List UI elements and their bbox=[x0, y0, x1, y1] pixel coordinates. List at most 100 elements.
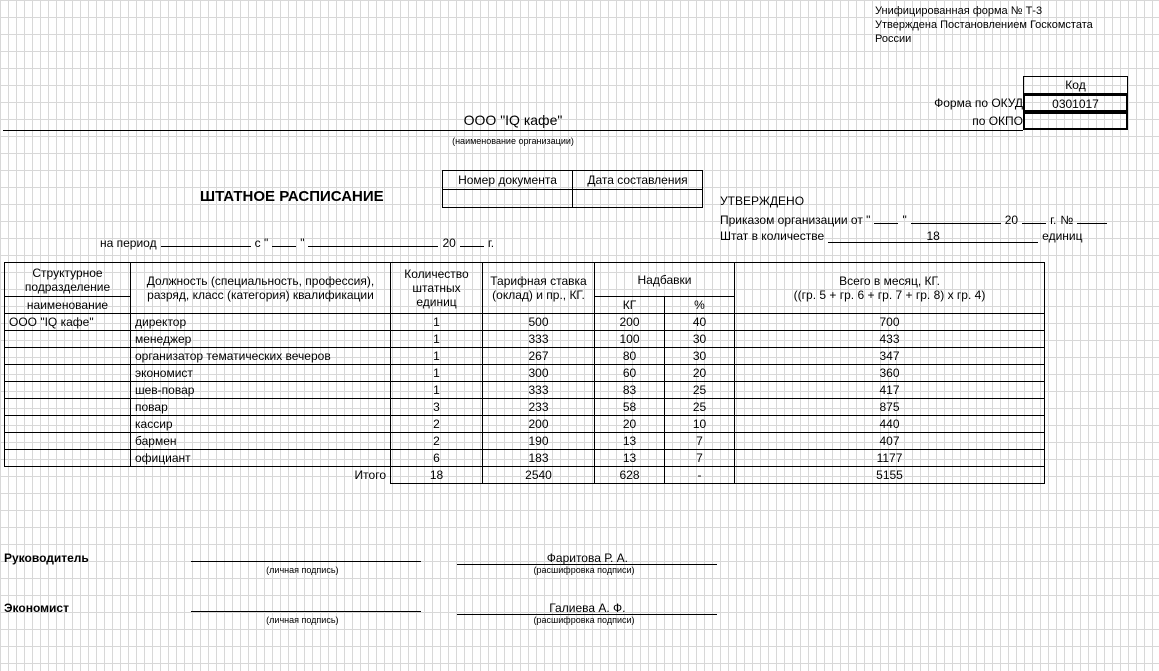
cell-kg: 13 bbox=[595, 450, 665, 467]
cell-job: экономист bbox=[131, 365, 391, 382]
cell-pct: 25 bbox=[665, 399, 735, 416]
cell-kg: 58 bbox=[595, 399, 665, 416]
cell-pct: 30 bbox=[665, 331, 735, 348]
order-num bbox=[1077, 210, 1107, 224]
cell-job: организатор тематических вечеров bbox=[131, 348, 391, 365]
cell-total: 417 bbox=[735, 382, 1045, 399]
period-year-suffix: г. bbox=[488, 236, 494, 250]
sign-role-1: Руководитель bbox=[4, 551, 144, 565]
period-block: на период с " " 20 г. bbox=[100, 233, 494, 250]
cell-kg: 60 bbox=[595, 365, 665, 382]
table-row: экономист13006020360 bbox=[5, 365, 1045, 382]
docdate-header: Дата составления bbox=[573, 171, 703, 190]
cell-pct: 25 bbox=[665, 382, 735, 399]
cell-tariff: 500 bbox=[483, 314, 595, 331]
cell-pct: 10 bbox=[665, 416, 735, 433]
cell-tariff: 200 bbox=[483, 416, 595, 433]
code-header: Код bbox=[1023, 76, 1128, 94]
num-prefix: № bbox=[1060, 213, 1073, 227]
cell-units: 1 bbox=[391, 314, 483, 331]
cell-tariff: 333 bbox=[483, 331, 595, 348]
cell-units: 3 bbox=[391, 399, 483, 416]
sign-name-2: Галиева А. Ф. bbox=[457, 601, 717, 615]
form-note-line: России bbox=[875, 32, 1145, 46]
docnum-header: Номер документа bbox=[443, 171, 573, 190]
cell-kg: 83 bbox=[595, 382, 665, 399]
totals-tariff: 2540 bbox=[483, 467, 595, 484]
approve-block: УТВЕРЖДЕНО Приказом организации от " " 2… bbox=[720, 194, 1140, 243]
table-row-totals: Итого182540628-5155 bbox=[5, 467, 1045, 484]
cell-pct: 40 bbox=[665, 314, 735, 331]
cell-job: повар bbox=[131, 399, 391, 416]
cell-subd bbox=[5, 399, 131, 416]
cell-kg: 200 bbox=[595, 314, 665, 331]
totals-kg: 628 bbox=[595, 467, 665, 484]
period-label: на период bbox=[100, 236, 157, 250]
totals-units: 18 bbox=[391, 467, 483, 484]
sign-caption-sig-1: (личная подпись) bbox=[187, 565, 417, 575]
cell-total: 433 bbox=[735, 331, 1045, 348]
staff-value: 18 bbox=[828, 229, 1038, 243]
cell-kg: 100 bbox=[595, 331, 665, 348]
cell-subd bbox=[5, 348, 131, 365]
cell-tariff: 333 bbox=[483, 382, 595, 399]
totals-label: Итого bbox=[5, 467, 391, 484]
org-name: ООО "IQ кафе" bbox=[3, 112, 1023, 131]
table-row: кассир22002010440 bbox=[5, 416, 1045, 433]
staffing-table: Структурное подразделение Должность (спе… bbox=[4, 262, 1045, 484]
cell-pct: 30 bbox=[665, 348, 735, 365]
cell-total: 700 bbox=[735, 314, 1045, 331]
cell-job: кассир bbox=[131, 416, 391, 433]
cell-total: 347 bbox=[735, 348, 1045, 365]
table-row: менеджер133310030433 bbox=[5, 331, 1045, 348]
cell-total: 875 bbox=[735, 399, 1045, 416]
cell-job: менеджер bbox=[131, 331, 391, 348]
th-allow-kg: КГ bbox=[595, 297, 665, 314]
cell-job: директор bbox=[131, 314, 391, 331]
cell-pct: 7 bbox=[665, 450, 735, 467]
sign-line-1 bbox=[191, 548, 421, 562]
period-month bbox=[308, 233, 438, 247]
staff-unit: единиц bbox=[1042, 229, 1082, 243]
period-value bbox=[161, 233, 251, 247]
period-from: с " bbox=[255, 236, 269, 250]
cell-total: 1177 bbox=[735, 450, 1045, 467]
th-allow: Надбавки bbox=[595, 263, 735, 297]
cell-job: бармен bbox=[131, 433, 391, 450]
sign-row-1: Руководитель Фаритова Р. А. (личная подп… bbox=[4, 548, 717, 579]
table-row: официант61831371177 bbox=[5, 450, 1045, 467]
cell-subd: ООО "IQ кафе" bbox=[5, 314, 131, 331]
table-row: шев-повар13338325417 bbox=[5, 382, 1045, 399]
approve-title: УТВЕРЖДЕНО bbox=[720, 194, 1140, 208]
th-job: Должность (специальность, профессия), ра… bbox=[131, 263, 391, 314]
okud-value: 0301017 bbox=[1023, 94, 1128, 112]
cell-subd bbox=[5, 450, 131, 467]
cell-units: 2 bbox=[391, 416, 483, 433]
form-note-line: Утверждена Постановлением Госкомстата bbox=[875, 18, 1145, 32]
period-from-close: " bbox=[300, 236, 304, 250]
table-row: бармен2190137407 bbox=[5, 433, 1045, 450]
cell-job: официант bbox=[131, 450, 391, 467]
cell-pct: 7 bbox=[665, 433, 735, 450]
org-caption: (наименование организации) bbox=[3, 136, 1023, 146]
cell-tariff: 233 bbox=[483, 399, 595, 416]
sign-caption-sig-2: (личная подпись) bbox=[187, 615, 417, 625]
cell-units: 1 bbox=[391, 348, 483, 365]
cell-subd bbox=[5, 416, 131, 433]
table-row: организатор тематических вечеров12678030… bbox=[5, 348, 1045, 365]
period-day bbox=[272, 233, 296, 247]
sign-caption-name-1: (расшифровка подписи) bbox=[454, 565, 714, 575]
th-total: Всего в месяц, КГ. ((гр. 5 + гр. 6 + гр.… bbox=[735, 263, 1045, 314]
table-row: ООО "IQ кафе"директор150020040700 bbox=[5, 314, 1045, 331]
sign-line-2 bbox=[191, 598, 421, 612]
cell-units: 1 bbox=[391, 365, 483, 382]
th-tariff: Тарифная ставка (оклад) и пр., КГ. bbox=[483, 263, 595, 314]
cell-units: 2 bbox=[391, 433, 483, 450]
docdate-value bbox=[573, 190, 703, 208]
cell-kg: 20 bbox=[595, 416, 665, 433]
order-prefix: Приказом организации от " bbox=[720, 213, 870, 227]
order-day bbox=[874, 210, 898, 224]
docnum-value bbox=[443, 190, 573, 208]
cell-subd bbox=[5, 382, 131, 399]
sign-name-1: Фаритова Р. А. bbox=[457, 551, 717, 565]
